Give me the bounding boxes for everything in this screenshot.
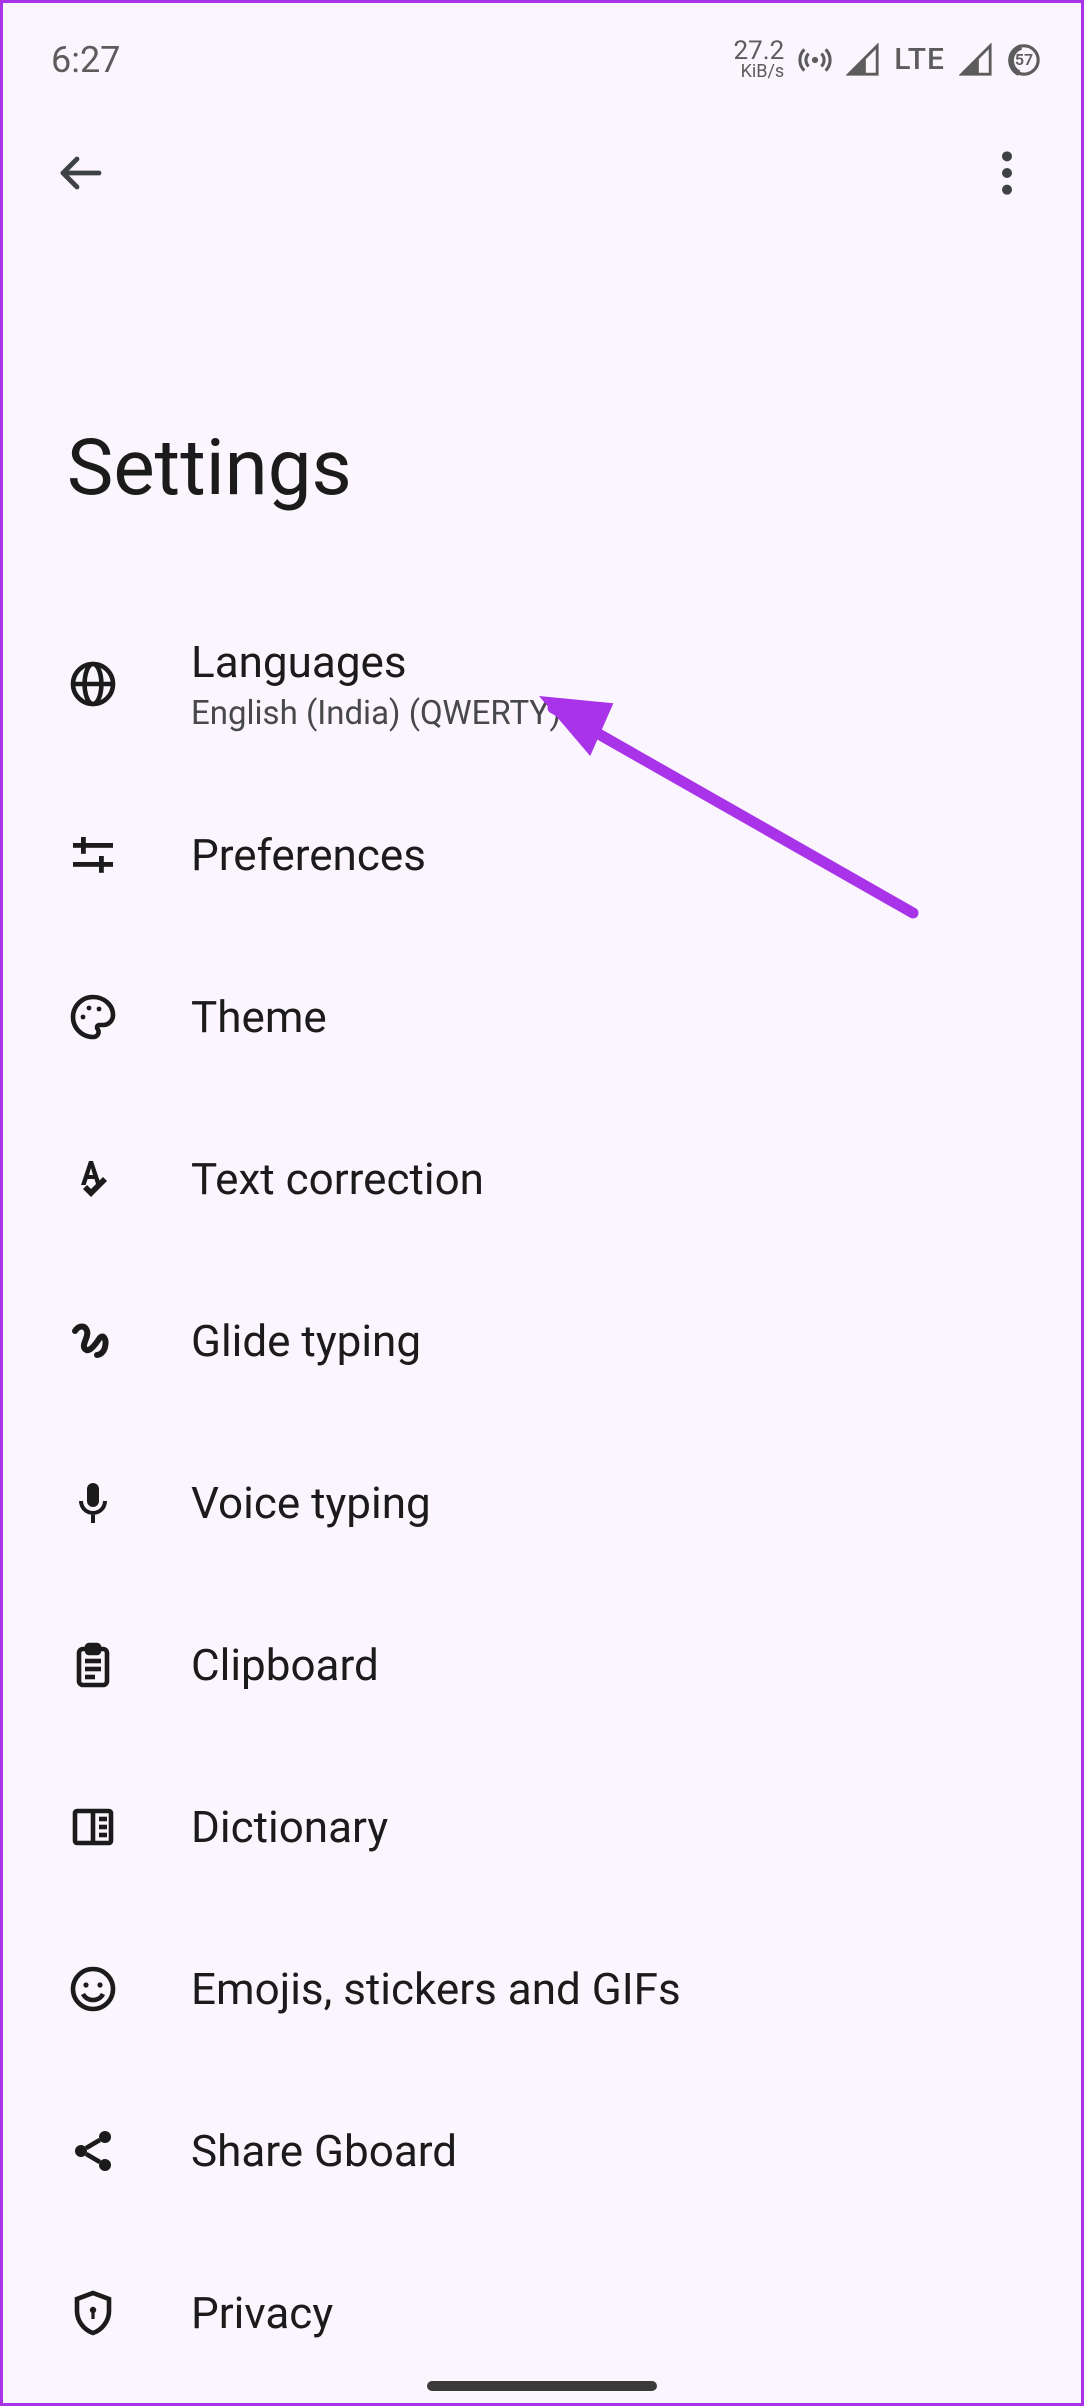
clipboard-icon — [67, 1641, 119, 1689]
settings-item-emojis[interactable]: Emojis, stickers and GIFs — [3, 1908, 1081, 2070]
settings-item-label: Theme — [191, 991, 327, 1043]
settings-item-label: Glide typing — [191, 1315, 421, 1367]
settings-item-privacy[interactable]: Privacy — [3, 2232, 1081, 2394]
hotspot-icon — [798, 43, 832, 77]
mic-icon — [67, 1479, 119, 1527]
settings-item-theme[interactable]: Theme — [3, 936, 1081, 1098]
status-bar: 6:27 27.2 KiB/s LTE 57 — [3, 3, 1081, 93]
settings-item-label: Share Gboard — [191, 2125, 457, 2177]
settings-item-label: Text correction — [191, 1153, 484, 1205]
network-speed: 27.2 KiB/s — [734, 40, 785, 80]
settings-item-languages[interactable]: Languages English (India) (QWERTY) — [3, 594, 1081, 774]
app-bar — [3, 93, 1081, 203]
status-right: 27.2 KiB/s LTE 57 — [734, 40, 1041, 80]
book-icon — [67, 1803, 119, 1851]
settings-list: Languages English (India) (QWERTY) Prefe… — [3, 514, 1081, 2394]
battery-icon: 57 — [1007, 43, 1041, 77]
settings-item-dictionary[interactable]: Dictionary — [3, 1746, 1081, 1908]
settings-item-label: Languages — [191, 636, 561, 688]
settings-item-preferences[interactable]: Preferences — [3, 774, 1081, 936]
settings-item-label: Preferences — [191, 829, 426, 881]
settings-item-label: Voice typing — [191, 1477, 431, 1529]
settings-item-glide-typing[interactable]: Glide typing — [3, 1260, 1081, 1422]
settings-item-voice-typing[interactable]: Voice typing — [3, 1422, 1081, 1584]
signal2-icon — [959, 43, 993, 77]
signal-icon — [846, 43, 880, 77]
more-button[interactable] — [977, 143, 1037, 203]
page-title: Settings — [3, 203, 1081, 514]
network-type: LTE — [894, 42, 945, 77]
tune-icon — [67, 831, 119, 879]
home-indicator — [427, 2381, 657, 2391]
settings-item-label: Privacy — [191, 2287, 333, 2339]
palette-icon — [67, 993, 119, 1041]
settings-item-share[interactable]: Share Gboard — [3, 2070, 1081, 2232]
settings-item-sub: English (India) (QWERTY) — [191, 694, 561, 733]
back-button[interactable] — [51, 143, 111, 203]
status-time: 6:27 — [51, 39, 120, 81]
settings-item-clipboard[interactable]: Clipboard — [3, 1584, 1081, 1746]
globe-icon — [67, 660, 119, 708]
gesture-icon — [67, 1317, 119, 1365]
settings-item-label: Dictionary — [191, 1801, 388, 1853]
privacy-icon — [67, 2289, 119, 2337]
spellcheck-icon — [67, 1155, 119, 1203]
emoji-icon — [67, 1965, 119, 2013]
settings-item-label: Emojis, stickers and GIFs — [191, 1963, 681, 2015]
share-icon — [67, 2127, 119, 2175]
settings-item-label: Clipboard — [191, 1639, 379, 1691]
settings-item-text-correction[interactable]: Text correction — [3, 1098, 1081, 1260]
